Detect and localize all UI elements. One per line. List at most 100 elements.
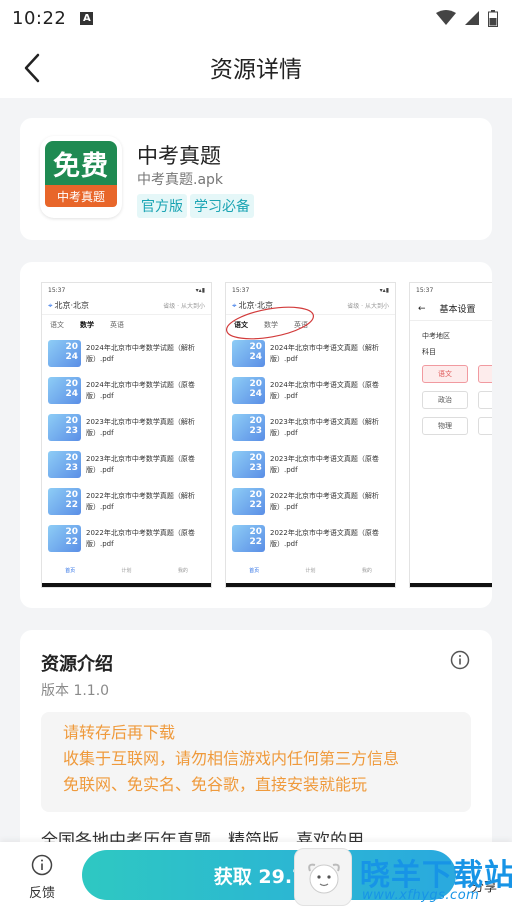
shot-grade-filter: 省级 · 从大到小 [347, 303, 389, 310]
notice-box: 请转存后再下载 收集于互联网，请勿相信游戏内任何第三方信息 免联网、免实名、免谷… [41, 712, 471, 812]
shot-status-icons: ▾▴▮ [195, 286, 205, 294]
shot-nav-home: 首页 [249, 567, 260, 574]
shot-chip-row: 物理 [410, 413, 492, 439]
intro-title: 资源介绍 [41, 654, 113, 675]
resource-intro-card: 资源介绍 版本 1.1.0 请转存后再下载 收集于互联网，请勿相信游戏内任何第三… [20, 630, 492, 860]
shot-thumb: 20 22 [48, 525, 81, 552]
shot-location: 北京·北京 [54, 301, 90, 310]
shot-item-text: 2023年北京市中考数学真题（解析版）.pdf [86, 417, 195, 437]
shot-item-text: 2023年北京市中考数学真题（原卷版）.pdf [86, 454, 195, 474]
notice-line: 收集于互联网，请勿相信游戏内任何第三方信息 [63, 749, 400, 768]
shot-item-text: 2022年北京市中考数学真题（解析版）.pdf [86, 491, 195, 511]
shot-back-arrow-icon: ← [418, 303, 426, 314]
sheep-icon [308, 863, 340, 894]
shot-item-text: 2022年北京市中考语文真题（解析版）.pdf [270, 491, 379, 511]
shot-thumb: 20 23 [232, 451, 265, 478]
signal-icon [465, 11, 479, 25]
shot-home-indicator [410, 583, 492, 587]
app-info-card: 免费 中考真题 中考真题 中考真题.apk 官方版 学习必备 [20, 118, 492, 240]
shot-list-item: 20 23 2023年北京市中考语文真题（原卷版）.pdf [226, 446, 395, 483]
shot-chip [478, 417, 492, 435]
shot-list-item: 20 22 2022年北京市中考数学真题（解析版）.pdf [42, 483, 211, 520]
shot-chip-row: 政治 [410, 387, 492, 413]
wifi-icon [436, 10, 456, 25]
page-title: 资源详情 [210, 57, 302, 83]
header: 资源详情 [0, 36, 512, 98]
shot-chip [478, 391, 492, 409]
shot-chip: 政治 [422, 391, 468, 409]
shot-tab-active: 数学 [80, 321, 94, 329]
notice-line: 请转存后再下载 [63, 723, 176, 742]
shot-item-text: 2023年北京市中考语文真题（解析版）.pdf [270, 417, 379, 437]
screenshot-2[interactable]: 15:37 ▾▴▮ ⌖ 北京·北京 省级 · 从大到小 语文 数学 英语 20 24… [225, 282, 396, 588]
shot-subject-tabs: 语文 数学 英语 [42, 315, 211, 335]
tag-official: 官方版 [137, 194, 187, 218]
shot-nav-plan: 计划 [305, 567, 316, 574]
shot-tab: 英语 [110, 321, 124, 329]
shot-list-item: 20 24 2024年北京市中考数学试题（解析版）.pdf [42, 335, 211, 372]
app-icon-top: 免费 [45, 141, 117, 185]
shot-thumb: 20 24 [232, 377, 265, 404]
tag-study: 学习必备 [190, 194, 254, 218]
shot-bottom-nav: 首页 计划 我的 [226, 559, 395, 581]
shot-list-item: 20 23 2023年北京市中考语文真题（解析版）.pdf [226, 409, 395, 446]
app-file-name: 中考真题.apk [137, 172, 224, 188]
app-icon-bottom: 中考真题 [45, 185, 117, 207]
shot-list-item: 20 23 2023年北京市中考数学真题（解析版）.pdf [42, 409, 211, 446]
shot-thumb: 20 22 [232, 488, 265, 515]
shot-list-item: 20 24 2024年北京市中考数学试题（原卷版）.pdf [42, 372, 211, 409]
status-time: 10:22 [12, 7, 67, 29]
shot-item-text: 2024年北京市中考数学试题（原卷版）.pdf [86, 380, 195, 400]
shot-time: 15:37 [416, 286, 434, 294]
shot-thumb: 20 23 [48, 414, 81, 441]
watermark: 晓羊下载站 www.xfhygs.com [292, 846, 512, 910]
shot-home-indicator [226, 583, 395, 587]
shot-thumb: 20 22 [232, 525, 265, 552]
version-label: 版本 1.1.0 [41, 683, 110, 699]
shot-home-indicator [42, 583, 211, 587]
info-circle-icon [31, 854, 53, 876]
app-icon: 免费 中考真题 [40, 136, 122, 218]
shot-thumb: 20 23 [232, 414, 265, 441]
app-name: 中考真题 [137, 144, 221, 168]
shot-chip-row: 语文 [410, 361, 492, 387]
shot-chip-selected [478, 365, 492, 383]
shot-location-bar: ⌖ 北京·北京 省级 · 从大到小 [42, 297, 211, 315]
watermark-url: www.xfhygs.com [362, 888, 480, 903]
shot-bottom-nav: 首页 计划 我的 [42, 559, 211, 581]
shot-item-text: 2022年北京市中考数学真题（原卷版）.pdf [86, 528, 195, 548]
back-button[interactable] [14, 50, 50, 86]
shot-list-item: 20 22 2022年北京市中考语文真题（原卷版）.pdf [226, 520, 395, 557]
shot-list-item: 20 23 2023年北京市中考数学真题（原卷版）.pdf [42, 446, 211, 483]
shot-settings-header: ← 基本设置 [410, 297, 492, 321]
notification-a-icon: A [80, 11, 94, 25]
shot-item-text: 2024年北京市中考语文真题（解析版）.pdf [270, 343, 379, 363]
shot-nav-me: 我的 [361, 567, 372, 574]
shot-list-item: 20 22 2022年北京市中考语文真题（解析版）.pdf [226, 483, 395, 520]
chevron-left-icon [24, 53, 40, 83]
status-icons [436, 9, 498, 27]
shot-item-text: 2024年北京市中考语文真题（原卷版）.pdf [270, 380, 379, 400]
shot-settings-title: 基本设置 [439, 305, 476, 315]
watermark-logo [294, 848, 352, 906]
shot-status-bar: 15:37 [410, 283, 492, 297]
shot-status-bar: 15:37 ▾▴▮ [226, 283, 395, 297]
feedback-button[interactable]: 反馈 [20, 854, 64, 901]
screenshots-card: 15:37 ▾▴▮ ⌖ 北京·北京 省级 · 从大到小 语文 数学 英语 20 24… [20, 262, 492, 608]
shot-nav-me: 我的 [177, 567, 188, 574]
shot-thumb: 20 22 [48, 488, 81, 515]
shot-list-item: 20 22 2022年北京市中考数学真题（原卷版）.pdf [42, 520, 211, 557]
location-pin-icon: ⌖ [48, 300, 53, 310]
shot-tab: 语文 [50, 321, 64, 329]
screenshot-1[interactable]: 15:37 ▾▴▮ ⌖ 北京·北京 省级 · 从大到小 语文 数学 英语 20 24… [41, 282, 212, 588]
shot-chip: 物理 [422, 417, 468, 435]
info-icon[interactable] [450, 650, 470, 670]
shot-nav-plan: 计划 [121, 567, 132, 574]
red-circle-annotation [226, 306, 314, 340]
shot-status-icons: ▾▴▮ [379, 286, 389, 294]
battery-icon [488, 9, 498, 27]
shot-grade-filter: 省级 · 从大到小 [163, 303, 205, 310]
shot-time: 15:37 [48, 286, 66, 294]
shot-thumb: 20 24 [48, 377, 81, 404]
screenshot-3[interactable]: 15:37 ← 基本设置 中考地区 科目 语文 政治 物理 [409, 282, 492, 588]
